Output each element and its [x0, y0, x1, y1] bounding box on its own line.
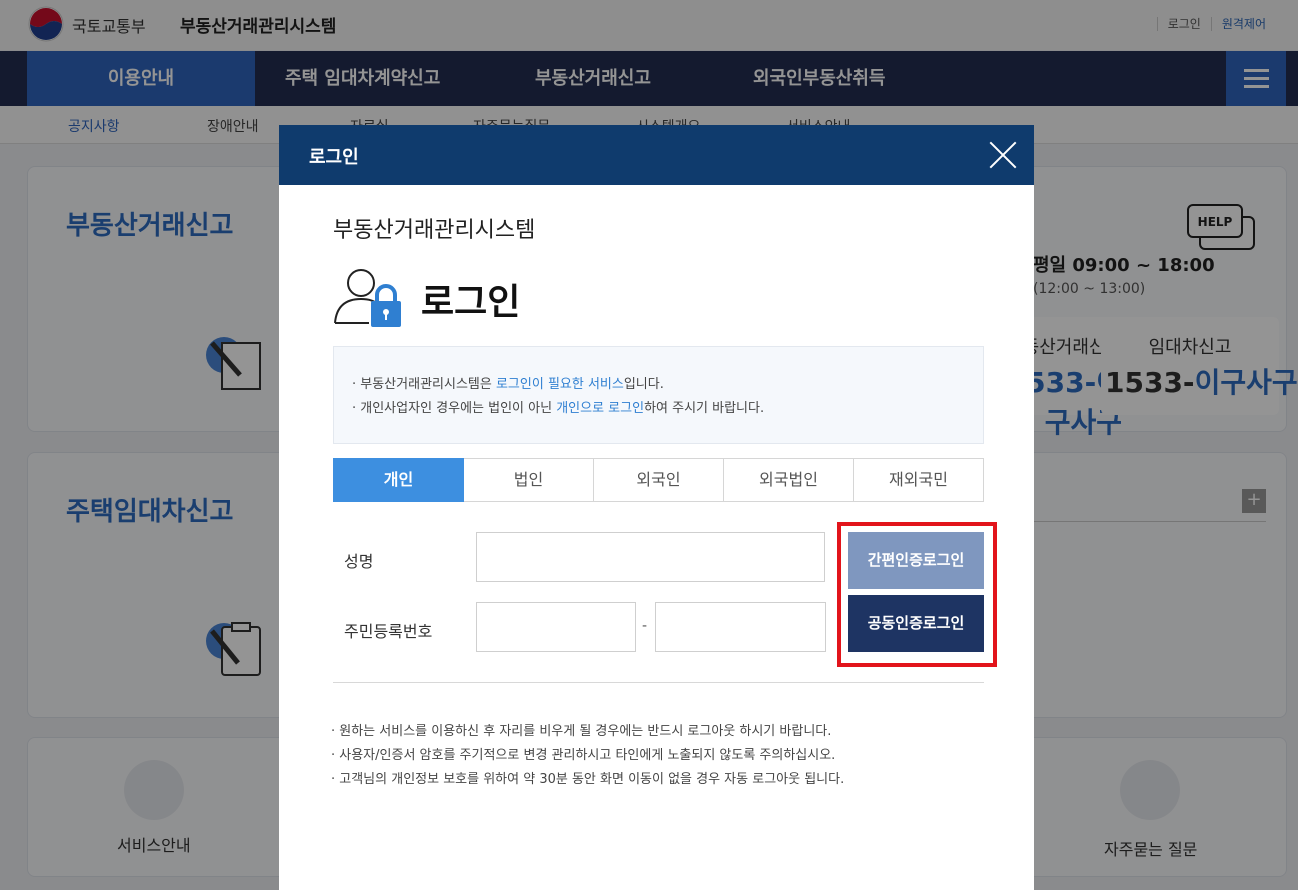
notice-line-1: · 부동산거래관리시스템은 로그인이 필요한 서비스입니다. [352, 377, 664, 392]
modal-title: 로그인 [309, 147, 359, 168]
name-label: 성명 [344, 552, 374, 571]
rrn-back-input[interactable] [655, 602, 826, 652]
modal-divider [333, 682, 984, 683]
tab-overseas-korean[interactable]: 재외국민 [854, 458, 984, 502]
modal-system-name: 부동산거래관리시스템 [333, 218, 536, 243]
joint-cert-login-button[interactable]: 공동인증로그인 [848, 595, 984, 652]
notice-box: · 부동산거래관리시스템은 로그인이 필요한 서비스입니다. · 개인사업자인 … [333, 346, 984, 444]
guide-line-1: · 원하는 서비스를 이용하신 후 자리를 비우게 될 경우에는 반드시 로그아… [331, 724, 832, 739]
rrn-label: 주민등록번호 [344, 622, 433, 641]
tab-corporation[interactable]: 법인 [464, 458, 594, 502]
notice-line-2: · 개인사업자인 경우에는 법인이 아닌 개인으로 로그인하여 주시기 바랍니다… [352, 401, 765, 416]
guide-line-2: · 사용자/인증서 암호를 주기적으로 변경 관리하시고 타인에게 노출되지 않… [331, 748, 836, 763]
tab-foreign-corporation[interactable]: 외국법인 [724, 458, 854, 502]
guide-line-3: · 고객님의 개인정보 보호를 위하여 약 30분 동안 화면 이동이 없을 경… [331, 772, 845, 787]
login-modal: 로그인 부동산거래관리시스템 로그인 · 부동산거래관리시스템은 로그인이 필요… [279, 125, 1034, 890]
tab-individual[interactable]: 개인 [333, 458, 464, 502]
modal-header: 로그인 [279, 125, 1034, 185]
rrn-separator: - [642, 618, 648, 634]
login-heading: 로그인 [421, 282, 521, 323]
tab-foreigner[interactable]: 외국인 [594, 458, 724, 502]
rrn-front-input[interactable] [476, 602, 636, 652]
user-lock-icon [334, 269, 401, 327]
close-icon[interactable] [988, 140, 1018, 170]
simple-auth-login-button[interactable]: 간편인증로그인 [848, 532, 984, 589]
name-input[interactable] [476, 532, 825, 582]
user-type-tabs: 개인 법인 외국인 외국법인 재외국민 [333, 458, 984, 502]
